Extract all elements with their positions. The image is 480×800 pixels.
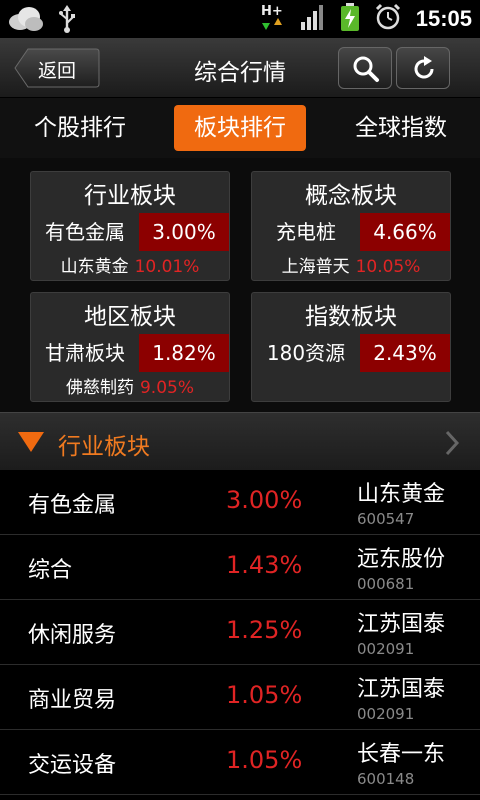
- tab-global-index[interactable]: 全球指数: [340, 105, 462, 151]
- row-leader-name: 远东股份: [357, 547, 446, 572]
- card-leader-name: 上海普天: [281, 257, 350, 277]
- sector-card-concept[interactable]: 概念板块 充电桩 4.66% 上海普天 10.05%: [251, 171, 451, 281]
- row-leader-name: 江苏国泰: [357, 612, 446, 637]
- signal-icon: [300, 3, 326, 35]
- card-sector-change: 2.43%: [360, 334, 450, 372]
- row-leader-name: 山东黄金: [357, 482, 446, 507]
- svg-text:H+: H+: [261, 4, 283, 19]
- card-leader-change: 9.05%: [139, 378, 194, 398]
- sector-card-industry[interactable]: 行业板块 有色金属 3.00% 山东黄金 10.01%: [30, 171, 230, 281]
- row-leader-name: 长春一东: [357, 742, 446, 767]
- card-sector-name: 甘肃板块: [45, 341, 125, 365]
- card-leader-name: 山东黄金: [60, 257, 129, 277]
- refresh-button[interactable]: [396, 47, 450, 89]
- section-header-industry[interactable]: 行业板块: [0, 412, 480, 470]
- list-item[interactable]: 有色金属 3.00% 山东黄金 600547: [0, 470, 480, 535]
- card-sector-change: 3.00%: [139, 213, 229, 251]
- refresh-icon: [414, 56, 434, 79]
- card-sector-name: 有色金属: [45, 220, 125, 244]
- tab-bar: 个股排行 板块排行 全球指数: [0, 98, 480, 158]
- sector-grid: 行业板块 有色金属 3.00% 山东黄金 10.01% 概念板块 充电桩 4.66…: [0, 158, 480, 412]
- list-item[interactable]: 综合 1.43% 远东股份 000681: [0, 535, 480, 600]
- card-leader: 佛慈制药 9.05%: [31, 373, 229, 398]
- card-title: 地区板块: [84, 304, 176, 330]
- row-sector-change: 1.25%: [226, 616, 303, 644]
- card-leader-change: 10.01%: [134, 257, 200, 277]
- list-item[interactable]: 商业贸易 1.05% 江苏国泰 002091: [0, 665, 480, 730]
- list-item[interactable]: 休闲服务 1.25% 江苏国泰 002091: [0, 600, 480, 665]
- row-leader-code: 000681: [357, 575, 415, 593]
- card-sector-change: 1.82%: [139, 334, 229, 372]
- chevron-right-icon: [445, 430, 460, 456]
- row-sector-name: 综合: [28, 558, 73, 583]
- card-title: 指数板块: [305, 304, 397, 330]
- row-leader-code: 600148: [357, 770, 415, 788]
- battery-charging-icon: [340, 2, 360, 36]
- row-sector-name: 有色金属: [28, 493, 117, 518]
- card-leader: 山东黄金 10.01%: [31, 252, 229, 277]
- tab-sector-ranking[interactable]: 板块排行: [174, 105, 306, 151]
- weather-cloud-icon: [6, 4, 44, 38]
- row-leader-name: 江苏国泰: [357, 677, 446, 702]
- card-leader: 上海普天 10.05%: [252, 252, 450, 277]
- section-title: 行业板块: [58, 434, 150, 460]
- usb-icon: [58, 5, 76, 37]
- card-sector-change: 4.66%: [360, 213, 450, 251]
- tab-stock-ranking[interactable]: 个股排行: [18, 105, 142, 151]
- row-leader-code: 002091: [357, 705, 415, 723]
- card-leader-name: 佛慈制药: [65, 378, 134, 398]
- hspa-data-icon: H+: [260, 2, 286, 36]
- row-sector-name: 休闲服务: [28, 623, 117, 648]
- clock-time: 15:05: [415, 6, 472, 31]
- row-sector-name: 交运设备: [28, 753, 117, 778]
- search-icon: [353, 56, 379, 82]
- title-bar: 返回 综合行情: [0, 38, 480, 98]
- search-button[interactable]: [338, 47, 392, 89]
- card-title: 行业板块: [84, 183, 176, 209]
- row-leader-code: 600547: [357, 510, 415, 528]
- list-item[interactable]: 交运设备 1.05% 长春一东 600148: [0, 730, 480, 795]
- sector-card-region[interactable]: 地区板块 甘肃板块 1.82% 佛慈制药 9.05%: [30, 292, 230, 402]
- industry-list: 有色金属 3.00% 山东黄金 600547 综合 1.43% 远东股份 000…: [0, 470, 480, 800]
- status-bar: H+ 15:05: [0, 0, 480, 38]
- card-leader-change: 10.05%: [355, 257, 421, 277]
- card-sector-name: 180资源: [266, 341, 346, 365]
- card-sector-name: 充电桩: [276, 220, 336, 244]
- row-sector-change: 1.05%: [226, 746, 303, 774]
- card-title: 概念板块: [305, 183, 397, 209]
- alarm-icon: [374, 3, 402, 35]
- card-leader: [252, 373, 450, 393]
- row-leader-code: 002091: [357, 640, 415, 658]
- row-sector-change: 3.00%: [226, 486, 303, 514]
- row-sector-name: 商业贸易: [28, 688, 117, 713]
- collapse-triangle-icon: [18, 432, 44, 452]
- row-sector-change: 1.05%: [226, 681, 303, 709]
- row-sector-change: 1.43%: [226, 551, 303, 579]
- sector-card-index[interactable]: 指数板块 180资源 2.43%: [251, 292, 451, 402]
